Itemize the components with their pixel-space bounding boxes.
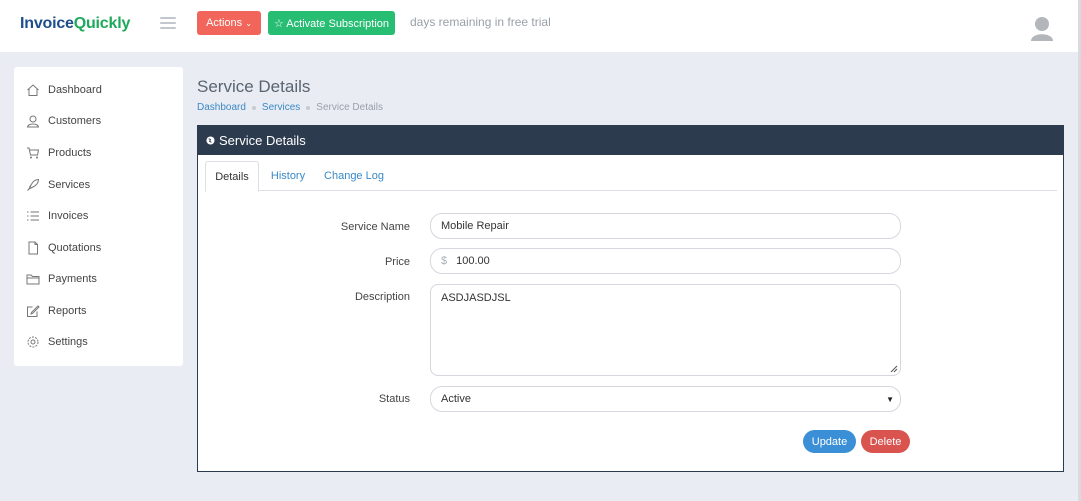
sidebar-item-reports[interactable]: Reports — [25, 300, 175, 322]
price-value: 100.00 — [456, 255, 490, 267]
tab-history[interactable]: History — [267, 161, 309, 191]
service-name-value: Mobile Repair — [441, 220, 509, 232]
status-label: Status — [378, 393, 410, 405]
description-textarea[interactable]: ASDJASDJSL — [430, 284, 901, 376]
sidebar-item-label: Invoices — [48, 210, 89, 222]
sidebar-item-invoices[interactable]: Invoices — [25, 205, 175, 227]
list-icon — [25, 208, 41, 224]
status-select[interactable]: Active ▼ — [430, 386, 901, 412]
sidebar-item-label: Payments — [48, 273, 97, 285]
sidebar-item-label: Quotations — [48, 242, 102, 254]
cart-icon — [25, 145, 41, 161]
sidebar-item-label: Services — [48, 179, 91, 191]
card-header: Service Details — [198, 125, 1063, 155]
sidebar-item-quotations[interactable]: Quotations — [25, 237, 175, 259]
breadcrumb-separator — [251, 105, 256, 110]
sidebar-item-dashboard[interactable]: Dashboard — [25, 79, 175, 101]
sidebar-item-label: Products — [48, 147, 92, 159]
globe-icon — [206, 135, 215, 145]
sidebar: Dashboard Customers Products Services In… — [14, 67, 183, 366]
menu-toggle-icon[interactable] — [160, 17, 176, 31]
sidebar-item-products[interactable]: Products — [25, 142, 175, 164]
edit-icon — [25, 303, 41, 319]
status-value: Active — [441, 393, 471, 405]
tab-bar: Details History Change Log — [205, 161, 1057, 192]
user-icon — [25, 113, 41, 129]
description-label: Description — [354, 291, 410, 303]
service-details-card: Service Details Details History Change L… — [197, 125, 1064, 472]
dollar-icon: $ — [441, 255, 448, 267]
tab-details[interactable]: Details — [205, 161, 259, 192]
rocket-icon — [25, 177, 41, 193]
trial-status-text: days remaining in free trial — [410, 15, 551, 29]
star-icon: ☆ — [273, 17, 284, 30]
document-icon — [25, 240, 41, 256]
app-logo[interactable]: InvoiceQuickly — [20, 15, 130, 33]
chevron-down-icon: ⌄ — [245, 19, 252, 28]
sidebar-item-payments[interactable]: Payments — [25, 268, 175, 290]
tab-change-log[interactable]: Change Log — [324, 161, 384, 191]
home-icon — [25, 82, 41, 98]
logo-text-quickly: Quickly — [73, 15, 131, 32]
sidebar-item-label: Settings — [48, 336, 88, 348]
breadcrumb-dashboard[interactable]: Dashboard — [197, 102, 246, 113]
caret-down-icon: ▼ — [886, 395, 894, 404]
update-button[interactable]: Update — [803, 430, 856, 453]
resize-handle-icon[interactable] — [890, 365, 898, 373]
top-bar: InvoiceQuickly Actions ⌄ ☆ Activate Subs… — [0, 0, 1081, 52]
page-title: Service Details — [197, 77, 311, 96]
sidebar-item-customers[interactable]: Customers — [25, 110, 175, 132]
service-name-label: Service Name — [340, 221, 410, 233]
description-value: ASDJASDJSL — [441, 292, 511, 304]
sidebar-item-label: Reports — [48, 305, 87, 317]
card-title: Service Details — [219, 132, 306, 148]
price-label: Price — [384, 256, 410, 268]
sidebar-item-settings[interactable]: Settings — [25, 331, 175, 353]
sidebar-item-label: Customers — [48, 115, 102, 127]
gear-icon — [25, 334, 41, 350]
user-avatar-icon[interactable] — [1030, 15, 1054, 41]
breadcrumb-separator — [306, 105, 311, 110]
activate-subscription-label: Activate Subscription — [286, 17, 390, 30]
logo-text-invoice: Invoice — [20, 15, 74, 32]
breadcrumb-services[interactable]: Services — [262, 102, 300, 113]
sidebar-item-services[interactable]: Services — [25, 174, 175, 196]
breadcrumb: Dashboard Services Service Details — [197, 102, 383, 113]
activate-subscription-button[interactable]: ☆ Activate Subscription — [268, 11, 395, 35]
sidebar-item-label: Dashboard — [48, 84, 102, 96]
folder-icon — [25, 271, 41, 287]
service-name-input[interactable]: Mobile Repair — [430, 213, 901, 239]
delete-button[interactable]: Delete — [861, 430, 910, 453]
actions-button[interactable]: Actions ⌄ — [197, 11, 261, 35]
actions-button-label: Actions — [206, 17, 243, 29]
breadcrumb-current: Service Details — [316, 102, 383, 113]
price-input[interactable]: $ 100.00 — [430, 248, 901, 274]
